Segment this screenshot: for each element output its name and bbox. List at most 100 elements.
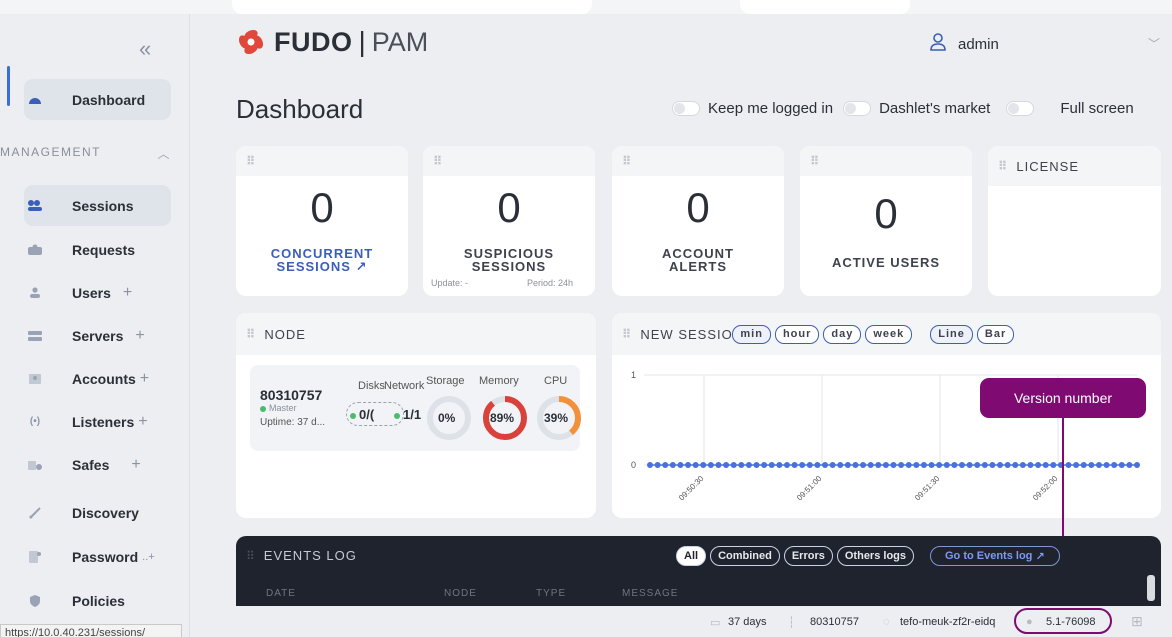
data-point[interactable] bbox=[1073, 462, 1080, 468]
data-point[interactable] bbox=[700, 462, 707, 468]
range-day-button[interactable]: day bbox=[823, 324, 862, 344]
drag-handle-icon[interactable]: ⠿ bbox=[622, 327, 631, 341]
sidebar-item-policies[interactable]: Policies bbox=[24, 580, 171, 621]
data-point[interactable] bbox=[958, 462, 965, 468]
data-point[interactable] bbox=[997, 462, 1004, 468]
add-servers-icon[interactable]: + bbox=[135, 327, 144, 345]
data-point[interactable] bbox=[1080, 462, 1087, 468]
data-point[interactable] bbox=[662, 462, 669, 468]
data-point[interactable] bbox=[905, 462, 912, 468]
data-point[interactable] bbox=[738, 462, 745, 468]
data-point[interactable] bbox=[829, 462, 836, 468]
data-point[interactable] bbox=[1095, 462, 1102, 468]
data-point[interactable] bbox=[936, 462, 943, 468]
data-point[interactable] bbox=[1042, 462, 1049, 468]
data-point[interactable] bbox=[974, 462, 981, 468]
sidebar-item-users[interactable]: Users + bbox=[24, 272, 171, 313]
chevron-down-icon[interactable]: ﹀ bbox=[1148, 35, 1160, 52]
data-point[interactable] bbox=[913, 462, 920, 468]
user-menu[interactable]: admin bbox=[930, 33, 999, 56]
fudo-logo[interactable]: FUDO | PAM bbox=[236, 26, 428, 58]
data-point[interactable] bbox=[822, 462, 829, 468]
drag-handle-icon[interactable]: ⠿ bbox=[433, 154, 442, 168]
double-chevron-left-icon[interactable]: « bbox=[139, 36, 151, 62]
data-point[interactable] bbox=[723, 462, 730, 468]
data-point[interactable] bbox=[1035, 462, 1042, 468]
sidebar-item-dashboard[interactable]: Dashboard bbox=[24, 79, 171, 120]
data-point[interactable] bbox=[768, 462, 775, 468]
sidebar-item-listeners[interactable]: (•) Listeners + bbox=[24, 401, 171, 442]
node-panel[interactable]: 80310757 Master Uptime: 37 d... Disks Ne… bbox=[250, 365, 581, 451]
layout-icon[interactable]: ⊞ bbox=[1131, 613, 1143, 630]
data-point[interactable] bbox=[844, 462, 851, 468]
data-point[interactable] bbox=[677, 462, 684, 468]
data-point[interactable] bbox=[1126, 462, 1133, 468]
add-listeners-icon[interactable]: + bbox=[138, 413, 147, 431]
column-node[interactable]: NODE bbox=[444, 588, 477, 599]
data-point[interactable] bbox=[852, 462, 859, 468]
data-point[interactable] bbox=[928, 462, 935, 468]
data-point[interactable] bbox=[966, 462, 973, 468]
range-week-button[interactable]: week bbox=[865, 324, 913, 344]
section-management[interactable]: MANAGEMENT ︿ bbox=[0, 145, 171, 162]
events-scrollbar[interactable] bbox=[1147, 575, 1155, 601]
card-header[interactable]: ⠿ bbox=[612, 146, 784, 176]
data-point[interactable] bbox=[867, 462, 874, 468]
data-point[interactable] bbox=[890, 462, 897, 468]
data-point[interactable] bbox=[745, 462, 752, 468]
data-point[interactable] bbox=[1134, 462, 1140, 468]
data-point[interactable] bbox=[1004, 462, 1011, 468]
sidebar-item-discovery[interactable]: Discovery bbox=[24, 492, 171, 533]
column-date[interactable]: DATE bbox=[266, 588, 296, 599]
data-point[interactable] bbox=[1065, 462, 1072, 468]
range-hour-button[interactable]: hour bbox=[774, 324, 820, 344]
drag-handle-icon[interactable]: ⠿ bbox=[622, 154, 631, 168]
card-header[interactable]: ⠿ bbox=[800, 146, 972, 176]
data-point[interactable] bbox=[692, 462, 699, 468]
drag-handle-icon[interactable]: ⠿ bbox=[246, 154, 255, 168]
data-point[interactable] bbox=[1012, 462, 1019, 468]
data-point[interactable] bbox=[783, 462, 790, 468]
concurrent-sessions-link[interactable]: CONCURRENT SESSIONS ↗ bbox=[236, 247, 408, 273]
sidebar-item-password[interactable]: Password ..+ bbox=[24, 536, 171, 577]
sidebar-item-requests[interactable]: Requests bbox=[24, 229, 171, 270]
add-accounts-icon[interactable]: + bbox=[140, 370, 149, 388]
filter-all-button[interactable]: All bbox=[676, 546, 707, 566]
data-point[interactable] bbox=[654, 462, 661, 468]
data-point[interactable] bbox=[761, 462, 768, 468]
data-point[interactable] bbox=[814, 462, 821, 468]
card-header[interactable]: ⠿ bbox=[423, 146, 595, 176]
range-min-button[interactable]: min bbox=[732, 324, 771, 344]
card-header[interactable]: ⠿ NEW SESSIO min hour day week Line Bar bbox=[612, 313, 1161, 355]
add-users-icon[interactable]: + bbox=[123, 284, 132, 302]
filter-combined-button[interactable]: Combined bbox=[710, 546, 780, 566]
data-point[interactable] bbox=[1027, 462, 1034, 468]
data-point[interactable] bbox=[989, 462, 996, 468]
data-point[interactable] bbox=[860, 462, 867, 468]
data-point[interactable] bbox=[1111, 462, 1118, 468]
data-point[interactable] bbox=[951, 462, 958, 468]
mode-line-button[interactable]: Line bbox=[930, 324, 973, 344]
data-point[interactable] bbox=[943, 462, 950, 468]
drag-handle-icon[interactable]: ⠿ bbox=[246, 327, 255, 341]
data-point[interactable] bbox=[1019, 462, 1026, 468]
data-point[interactable] bbox=[799, 462, 806, 468]
data-point[interactable] bbox=[715, 462, 722, 468]
data-point[interactable] bbox=[1050, 462, 1057, 468]
keep-logged-in-toggle[interactable] bbox=[672, 101, 700, 116]
dashlets-market-toggle[interactable] bbox=[843, 101, 872, 116]
data-point[interactable] bbox=[1088, 462, 1095, 468]
data-point[interactable] bbox=[875, 462, 882, 468]
data-point[interactable] bbox=[981, 462, 988, 468]
data-point[interactable] bbox=[1103, 462, 1110, 468]
data-point[interactable] bbox=[920, 462, 927, 468]
add-password-icon[interactable]: ..+ bbox=[142, 551, 155, 563]
data-point[interactable] bbox=[1118, 462, 1125, 468]
column-type[interactable]: TYPE bbox=[536, 588, 566, 599]
filter-errors-button[interactable]: Errors bbox=[783, 546, 833, 566]
filter-others-button[interactable]: Others logs bbox=[836, 546, 914, 566]
card-header[interactable]: ⠿ NODE bbox=[236, 313, 596, 355]
drag-handle-icon[interactable]: ⠿ bbox=[810, 154, 819, 168]
sidebar-item-safes[interactable]: Safes + bbox=[24, 444, 171, 485]
data-point[interactable] bbox=[776, 462, 783, 468]
